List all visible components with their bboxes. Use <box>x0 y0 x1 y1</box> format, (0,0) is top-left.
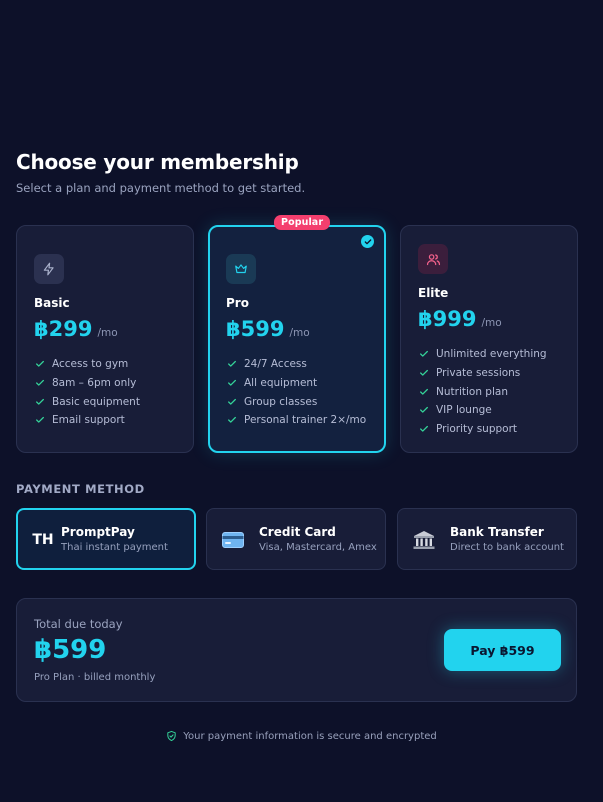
check-icon <box>419 368 431 378</box>
feature-item: Group classes <box>227 392 366 411</box>
feature-list: Access to gym 8am – 6pm only Basic equip… <box>35 355 140 430</box>
payment-option-name: Credit Card <box>259 525 336 539</box>
feature-list: 24/7 Access All equipment Group classes … <box>227 355 366 430</box>
check-icon <box>227 359 239 369</box>
feature-item: Basic equipment <box>35 392 140 411</box>
price-period: /mo <box>97 327 118 339</box>
feature-item: Nutrition plan <box>419 382 547 401</box>
feature-item: Personal trainer 2×/mo <box>227 411 366 430</box>
plan-card-elite[interactable]: Elite ฿999 /mo Unlimited everything Priv… <box>400 225 578 453</box>
feature-item: Email support <box>35 411 140 430</box>
check-icon <box>419 405 431 415</box>
payment-option-description: Direct to bank account <box>450 542 564 553</box>
bolt-icon <box>34 254 64 284</box>
page-title: Choose your membership <box>16 150 299 174</box>
feature-item: Private sessions <box>419 364 547 383</box>
price-amount: ฿299 <box>34 317 93 341</box>
feature-list: Unlimited everything Private sessions Nu… <box>419 345 547 438</box>
total-amount: ฿599 <box>34 635 107 665</box>
selected-check-icon <box>361 235 374 248</box>
feature-item: VIP lounge <box>419 401 547 420</box>
users-icon <box>418 244 448 274</box>
payment-option-description: Visa, Mastercard, Amex <box>259 542 377 553</box>
feature-item: Unlimited everything <box>419 345 547 364</box>
payment-option-description: Thai instant payment <box>61 542 168 553</box>
plan-price: ฿299 /mo <box>34 317 118 341</box>
price-amount: ฿999 <box>418 307 477 331</box>
price-amount: ฿599 <box>226 317 285 341</box>
popular-badge: Popular <box>274 215 331 230</box>
check-icon <box>419 387 431 397</box>
payment-option-promptpay[interactable]: TH PromptPay Thai instant payment <box>16 508 196 570</box>
security-text: Your payment information is secure and e… <box>183 730 437 742</box>
check-icon <box>227 397 239 407</box>
check-icon <box>419 349 431 359</box>
plan-card-basic[interactable]: Basic ฿299 /mo Access to gym 8am – 6pm o… <box>16 225 194 453</box>
price-period: /mo <box>289 327 310 339</box>
plan-name: Basic <box>34 296 70 310</box>
pay-button[interactable]: Pay ฿599 <box>444 629 561 671</box>
payment-option-credit-card[interactable]: Credit Card Visa, Mastercard, Amex <box>206 508 386 570</box>
feature-item: Priority support <box>419 420 547 439</box>
feature-item: All equipment <box>227 374 366 393</box>
plan-price: ฿599 /mo <box>226 317 310 341</box>
billing-description: Pro Plan · billed monthly <box>34 672 156 683</box>
check-icon <box>35 359 47 369</box>
credit-card-icon <box>221 529 245 551</box>
shield-check-icon <box>167 730 176 742</box>
membership-page: Choose your membership Select a plan and… <box>0 0 603 802</box>
payment-method-heading: PAYMENT METHOD <box>16 482 145 496</box>
check-icon <box>35 415 47 425</box>
check-icon <box>419 424 431 434</box>
order-summary: Total due today ฿599 Pro Plan · billed m… <box>16 598 577 702</box>
check-icon <box>227 378 239 388</box>
promptpay-icon: TH <box>32 532 54 548</box>
bank-icon <box>412 529 436 551</box>
plan-card-pro[interactable]: Pro ฿599 /mo 24/7 Access All equipment G… <box>208 225 386 453</box>
feature-item: 8am – 6pm only <box>35 374 140 393</box>
plan-name: Pro <box>226 296 249 310</box>
payment-option-name: PromptPay <box>61 525 135 539</box>
feature-item: 24/7 Access <box>227 355 366 374</box>
check-icon <box>227 415 239 425</box>
page-subtitle: Select a plan and payment method to get … <box>16 181 306 195</box>
plan-price: ฿999 /mo <box>418 307 502 331</box>
price-period: /mo <box>481 317 502 329</box>
crown-icon <box>226 254 256 284</box>
payment-option-bank-transfer[interactable]: Bank Transfer Direct to bank account <box>397 508 577 570</box>
payment-option-name: Bank Transfer <box>450 525 544 539</box>
check-icon <box>35 397 47 407</box>
total-due-label: Total due today <box>34 617 123 631</box>
check-icon <box>35 378 47 388</box>
feature-item: Access to gym <box>35 355 140 374</box>
plan-name: Elite <box>418 286 449 300</box>
security-note: Your payment information is secure and e… <box>0 730 603 742</box>
